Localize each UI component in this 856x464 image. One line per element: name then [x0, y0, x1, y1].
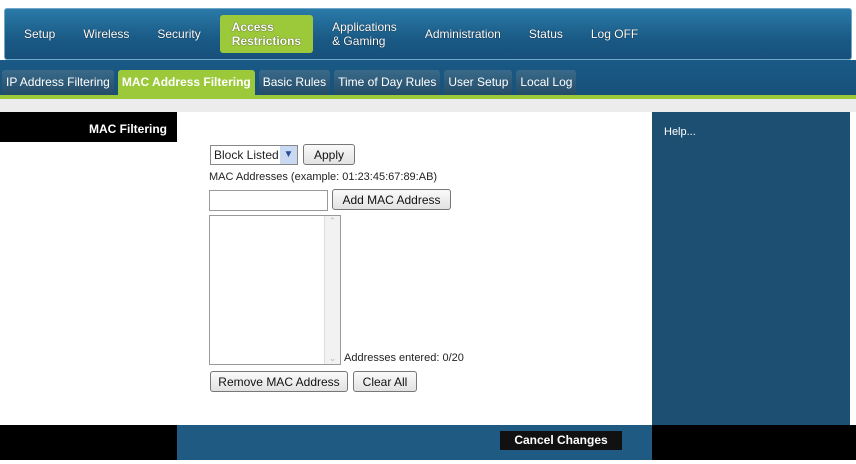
help-panel: Help... — [652, 112, 850, 425]
tab-local-log[interactable]: Local Log — [516, 70, 577, 95]
tab-user-setup[interactable]: User Setup — [444, 70, 513, 95]
nav-security[interactable]: Security — [148, 27, 209, 41]
nav-setup[interactable]: Setup — [15, 27, 64, 41]
section-heading: MAC Filtering — [0, 112, 177, 142]
nav-wireless[interactable]: Wireless — [74, 27, 138, 41]
nav-applications-gaming[interactable]: Applications & Gaming — [323, 20, 406, 48]
nav-access-restrictions[interactable]: Access Restrictions — [219, 15, 314, 53]
nav-label: Access — [231, 20, 274, 34]
help-link[interactable]: Help... — [664, 126, 696, 138]
mac-address-list[interactable]: ⌃ ⌄ — [209, 215, 341, 365]
mac-address-input[interactable] — [209, 190, 328, 211]
tab-mac-address-filtering[interactable]: MAC Address Filtering — [117, 70, 255, 95]
footer-left — [0, 425, 177, 460]
filter-mode-select[interactable]: Block Listed ▼ — [210, 145, 298, 165]
nav-administration[interactable]: Administration — [416, 27, 510, 41]
scroll-up-icon[interactable]: ⌃ — [325, 216, 340, 227]
footer-bar: Cancel Changes — [0, 425, 856, 460]
clear-all-button[interactable]: Clear All — [353, 371, 417, 392]
nav-log-off[interactable]: Log OFF — [582, 27, 647, 41]
nav-label: & Gaming — [332, 34, 386, 48]
nav-status[interactable]: Status — [520, 27, 572, 41]
addresses-count: Addresses entered: 0/20 — [344, 352, 464, 364]
tab-time-of-day-rules[interactable]: Time of Day Rules — [334, 70, 441, 95]
divider-strip — [0, 99, 856, 112]
scrollbar[interactable]: ⌃ ⌄ — [324, 216, 340, 364]
apply-button[interactable]: Apply — [303, 144, 355, 165]
mac-addresses-label: MAC Addresses (example: 01:23:45:67:89:A… — [209, 171, 438, 183]
nav-label: Restrictions — [231, 34, 302, 48]
add-mac-address-button[interactable]: Add MAC Address — [332, 189, 451, 210]
footer-right — [652, 425, 856, 460]
chevron-down-icon: ▼ — [280, 146, 297, 164]
cancel-changes-button[interactable]: Cancel Changes — [500, 431, 622, 450]
content-panel: Block Listed ▼ Apply MAC Addresses (examp… — [177, 112, 652, 425]
select-value: Block Listed — [214, 148, 279, 162]
main-nav: Setup Wireless Security Access Restrictio… — [4, 8, 852, 60]
nav-label: Applications — [332, 20, 397, 34]
scroll-down-icon[interactable]: ⌄ — [325, 353, 340, 364]
tab-ip-address-filtering[interactable]: IP Address Filtering — [2, 70, 114, 95]
left-panel: MAC Filtering — [0, 112, 177, 425]
tab-basic-rules[interactable]: Basic Rules — [258, 70, 331, 95]
sub-tabs: IP Address Filtering MAC Address Filteri… — [2, 70, 577, 95]
remove-mac-address-button[interactable]: Remove MAC Address — [210, 371, 348, 392]
